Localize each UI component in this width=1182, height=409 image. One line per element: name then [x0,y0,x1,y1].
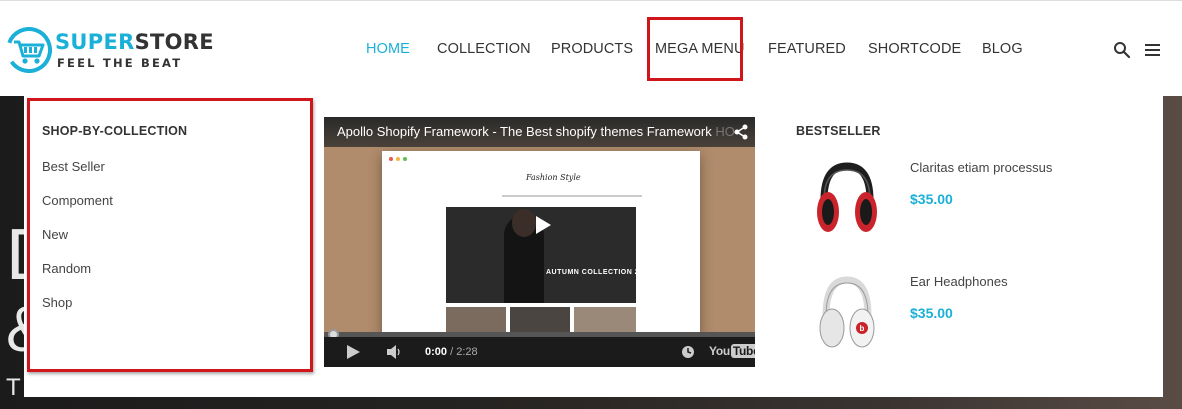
frame-logo-text: Fashion Style [526,173,581,182]
product-image-white-headphones[interactable]: b [812,274,882,354]
product-price-2: $35.00 [910,305,953,321]
play-icon[interactable] [530,213,554,237]
frame-nav-bar [502,195,642,197]
shopping-cart-logo-icon [6,27,52,73]
video-controls: 0:00 / 2:28 YouTube [324,337,755,367]
youtube-logo[interactable]: YouTube [709,344,755,358]
play-control-icon[interactable] [345,344,361,360]
brand-name: SUPERSTORE [55,30,214,54]
bestseller-title: BESTSELLER [796,124,881,138]
product-name-2[interactable]: Ear Headphones [910,274,1008,289]
browser-dots [389,157,407,161]
nav-blog[interactable]: BLOG [982,41,1023,57]
product-name-1[interactable]: Claritas etiam processus [910,160,1052,175]
video-thumbnail: Fashion Style AUTUMN COLLECTION 2015 [382,151,700,337]
svg-text:b: b [860,324,865,333]
frame-banner-text: AUTUMN COLLECTION 2015 [546,269,653,276]
collection-column-highlight-box [27,98,313,372]
hero-letter-t: T [6,374,21,401]
youtube-video-player[interactable]: Fashion Style AUTUMN COLLECTION 2015 Apo… [324,117,755,367]
nav-collection[interactable]: COLLECTION [437,41,531,57]
menu-icon[interactable] [1144,41,1162,59]
clock-icon[interactable] [681,345,695,359]
product-image-red-headphones[interactable] [812,160,882,240]
video-title-bar: Apollo Shopify Framework - The Best shop… [324,117,755,147]
video-title[interactable]: Apollo Shopify Framework - The Best shop… [337,124,737,139]
nav-shortcode[interactable]: SHORTCODE [868,41,961,57]
volume-icon[interactable] [386,344,402,360]
mega-menu-highlight-box [647,17,743,81]
site-header: SUPERSTORE FEEL THE BEAT HOME COLLECTION… [0,0,1182,96]
nav-featured[interactable]: FEATURED [768,41,846,57]
search-icon[interactable] [1113,41,1131,59]
share-icon[interactable] [733,124,749,140]
nav-products[interactable]: PRODUCTS [551,41,633,57]
nav-home[interactable]: HOME [366,41,410,57]
video-time: 0:00 / 2:28 [425,346,478,358]
product-price-1: $35.00 [910,191,953,207]
brand-tagline: FEEL THE BEAT [57,56,183,70]
store-logo[interactable]: SUPERSTORE FEEL THE BEAT [6,25,214,75]
